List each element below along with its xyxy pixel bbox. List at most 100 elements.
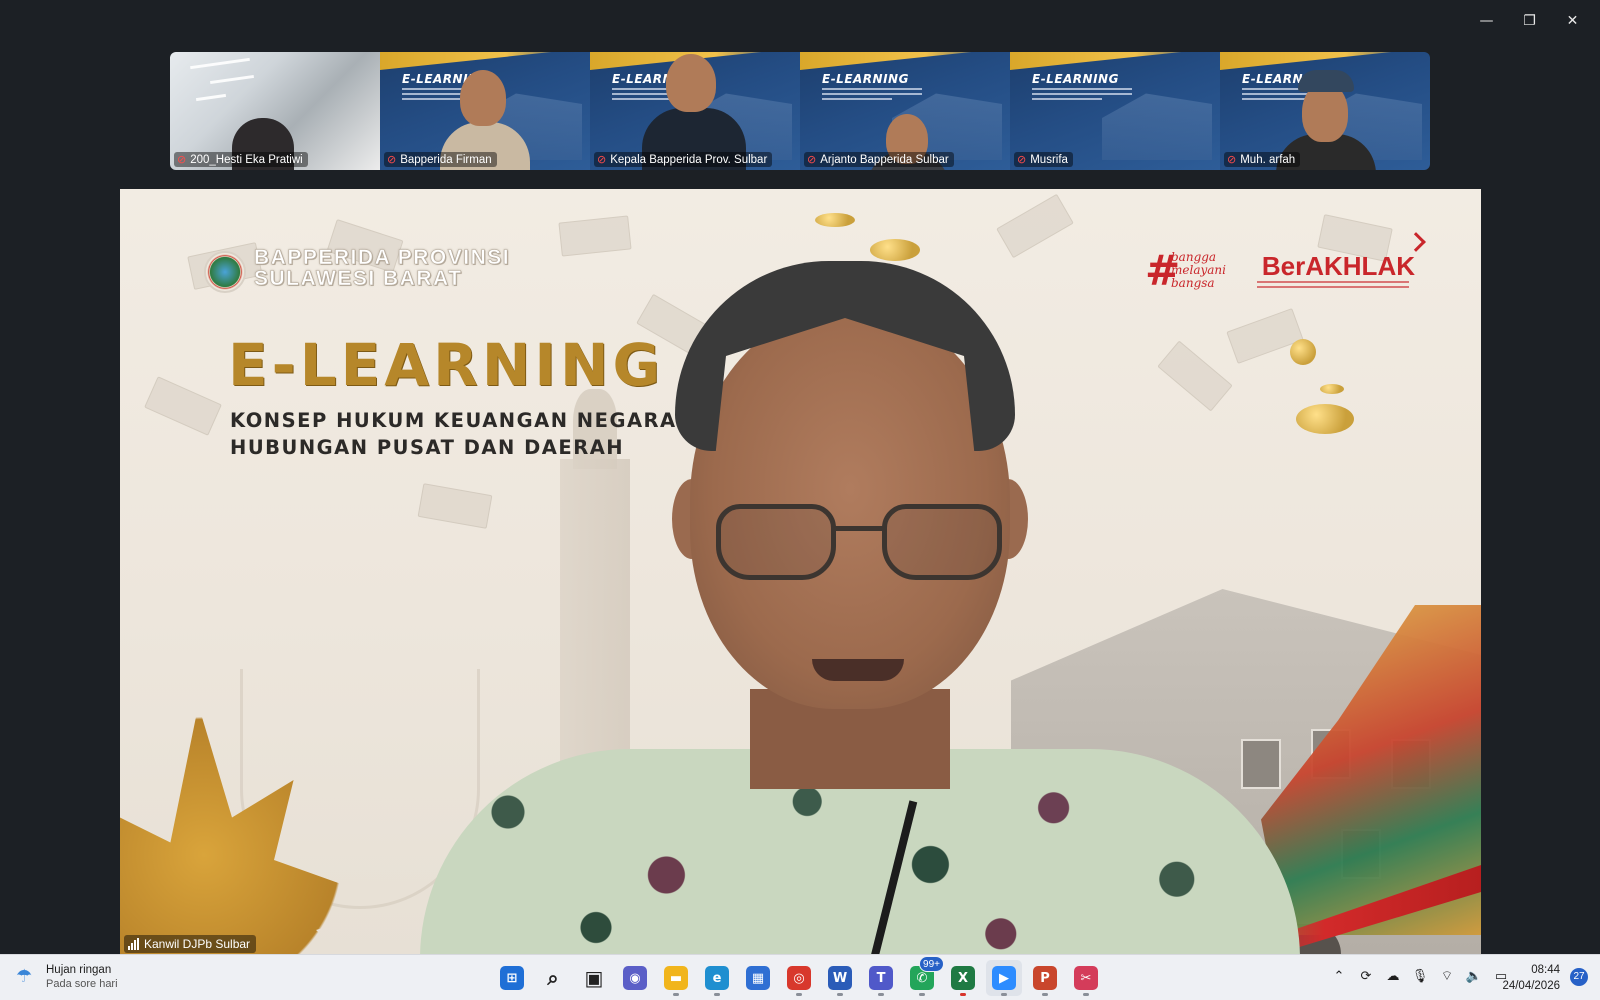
participant-name-tag: ⊘ Musrifa	[1014, 152, 1073, 167]
weather-condition: Hujan ringan	[46, 964, 112, 976]
taskbar-app-edge[interactable]: e	[699, 960, 735, 996]
running-indicator	[960, 993, 966, 996]
running-indicator	[1042, 993, 1048, 996]
ceiling-light	[195, 93, 227, 102]
muted-mic-icon: ⊘	[387, 153, 397, 166]
slide-band	[380, 52, 590, 71]
window-controls: — ❐ ✕	[1465, 6, 1594, 36]
taskbar-app-taskview[interactable]: ▣	[576, 960, 612, 996]
running-indicator	[714, 993, 720, 996]
umbrella-rain-icon: ☂	[16, 966, 33, 987]
chevron-up-icon[interactable]: ⌃	[1330, 966, 1348, 986]
muted-mic-icon: ⊘	[1017, 153, 1027, 166]
taskbar-app-store[interactable]: ▦	[740, 960, 776, 996]
volume-icon[interactable]: 🔈	[1465, 966, 1483, 986]
onedrive-icon[interactable]: ☁	[1384, 966, 1402, 986]
windows-taskbar: ☂ Hujan ringan Pada sore hari ⊞ ⌕ ▣ ◉ ▬ e ▦ ◎ W T…	[0, 954, 1600, 1000]
sync-icon[interactable]: ⟳	[1357, 966, 1375, 986]
participant-tile[interactable]: ⊘ 200_Hesti Eka Pratiwi	[170, 52, 380, 170]
taskbar-app-whatsapp[interactable]: ✆ 99+	[904, 956, 944, 996]
presenter	[120, 189, 1481, 955]
slide-band	[800, 52, 1010, 71]
taskbar-app-snipping[interactable]: ✂	[1068, 960, 1104, 996]
participant-gallery-strip: ⊘ 200_Hesti Eka Pratiwi E-LEARNING ⊘ Bapperi…	[170, 52, 1430, 170]
minimize-button[interactable]: —	[1465, 6, 1508, 36]
taskbar-app-excel[interactable]: X	[945, 960, 981, 996]
taskbar-app-word[interactable]: W	[822, 960, 858, 996]
taskbar-app-start[interactable]: ⊞	[494, 960, 530, 996]
muted-mic-icon: ⊘	[177, 153, 187, 166]
participant-name: Arjanto Bapperida Sulbar	[820, 153, 949, 166]
wifi-icon[interactable]: ⌔	[1438, 966, 1456, 986]
unread-badge: 99+	[919, 956, 944, 972]
participant-tile[interactable]: E-LEARNING ⊘ Arjanto Bapperida Sulbar	[800, 52, 1010, 170]
taskbar-app-zoom[interactable]: ▶	[986, 960, 1022, 996]
taskbar-app-chat[interactable]: ◉	[617, 960, 653, 996]
running-indicator	[837, 993, 843, 996]
participant-name: Bapperida Firman	[400, 153, 492, 166]
running-indicator	[878, 993, 884, 996]
speaker-name-tag: Kanwil DJPb Sulbar	[124, 935, 257, 953]
edge-icon: e	[705, 966, 729, 990]
notification-count-badge[interactable]: 27	[1570, 968, 1588, 986]
participant-name-tag: ⊘ Arjanto Bapperida Sulbar	[804, 152, 954, 167]
running-indicator	[796, 993, 802, 996]
clock-date: 24/04/2026	[1502, 980, 1560, 992]
connection-signal-icon	[128, 938, 139, 950]
presenter-mouth	[812, 659, 904, 681]
task-view-icon: ▣	[584, 966, 604, 990]
participant-tile[interactable]: E-LEARNING ⊘ Kepala Bapperida Prov. Sulbar	[590, 52, 800, 170]
restore-button[interactable]: ❐	[1508, 6, 1551, 36]
taskbar-app-powerpoint[interactable]: P	[1027, 960, 1063, 996]
chrome-icon: ◎	[787, 966, 811, 990]
search-icon: ⌕	[547, 966, 559, 990]
tile-slide-title: E-LEARNING	[1032, 72, 1119, 86]
taskbar-app-explorer[interactable]: ▬	[658, 960, 694, 996]
system-tray: ⌃ ⟳ ☁ 🎙 ⌔ 🔈 ▭	[1330, 966, 1510, 986]
muted-mic-icon: ⊘	[807, 153, 817, 166]
participant-name: Musrifa	[1030, 153, 1068, 166]
muted-mic-icon: ⊘	[597, 153, 607, 166]
clock-time: 08:44	[1531, 964, 1560, 976]
word-icon: W	[828, 966, 852, 990]
participant-name: Muh. arfah	[1240, 153, 1296, 166]
teams-icon: T	[869, 966, 893, 990]
participant-tile[interactable]: E-LEARNING ⊘ Bapperida Firman	[380, 52, 590, 170]
store-icon: ▦	[746, 966, 770, 990]
running-indicator	[919, 993, 925, 996]
excel-icon: X	[951, 966, 975, 990]
running-indicator	[1001, 993, 1007, 996]
taskbar-app-chrome[interactable]: ◎	[781, 960, 817, 996]
participant-name-tag: ⊘ Kepala Bapperida Prov. Sulbar	[594, 152, 773, 167]
tile-slide-subtitle	[1032, 88, 1132, 102]
tile-slide-subtitle	[822, 88, 922, 102]
ceiling-light	[210, 74, 254, 85]
participant-name: 200_Hesti Eka Pratiwi	[190, 153, 303, 166]
running-indicator	[673, 993, 679, 996]
weather-widget[interactable]: ☂ Hujan ringan Pada sore hari	[16, 963, 118, 991]
taskbar-clock[interactable]: 08:44 24/04/2026	[1502, 962, 1560, 994]
participant-face	[460, 70, 506, 126]
chat-icon: ◉	[623, 966, 647, 990]
taskbar-pinned-apps: ⊞ ⌕ ▣ ◉ ▬ e ▦ ◎ W T ✆ 99+ X ▶ P ✂	[494, 956, 1104, 996]
zoom-meeting-window: — ❐ ✕ ⊘ 200_Hesti Eka Pratiwi E-LEARNING ⊘ B…	[0, 0, 1600, 1000]
close-button[interactable]: ✕	[1551, 6, 1594, 36]
tile-slide-title: E-LEARNING	[822, 72, 909, 86]
running-indicator	[1083, 993, 1089, 996]
snipping-tool-icon: ✂	[1074, 966, 1098, 990]
zoom-icon: ▶	[992, 966, 1016, 990]
participant-tile[interactable]: E-LEARNING ⊘ Muh. arfah	[1220, 52, 1430, 170]
microphone-icon[interactable]: 🎙	[1411, 966, 1429, 986]
muted-mic-icon: ⊘	[1227, 153, 1237, 166]
presenter-glasses	[716, 504, 1002, 580]
taskbar-app-search[interactable]: ⌕	[535, 960, 571, 996]
speaker-name: Kanwil DJPb Sulbar	[144, 937, 251, 951]
slide-band	[1220, 52, 1430, 71]
active-speaker-video[interactable]: BAPPERIDA PROVINSI SULAWESI BARAT E-LEAR…	[120, 189, 1481, 955]
participant-tile[interactable]: E-LEARNING ⊘ Musrifa	[1010, 52, 1220, 170]
participant-name: Kepala Bapperida Prov. Sulbar	[610, 153, 768, 166]
powerpoint-icon: P	[1033, 966, 1057, 990]
taskbar-app-teams[interactable]: T	[863, 960, 899, 996]
participant-face	[666, 54, 716, 112]
windows-start-icon: ⊞	[500, 966, 524, 990]
